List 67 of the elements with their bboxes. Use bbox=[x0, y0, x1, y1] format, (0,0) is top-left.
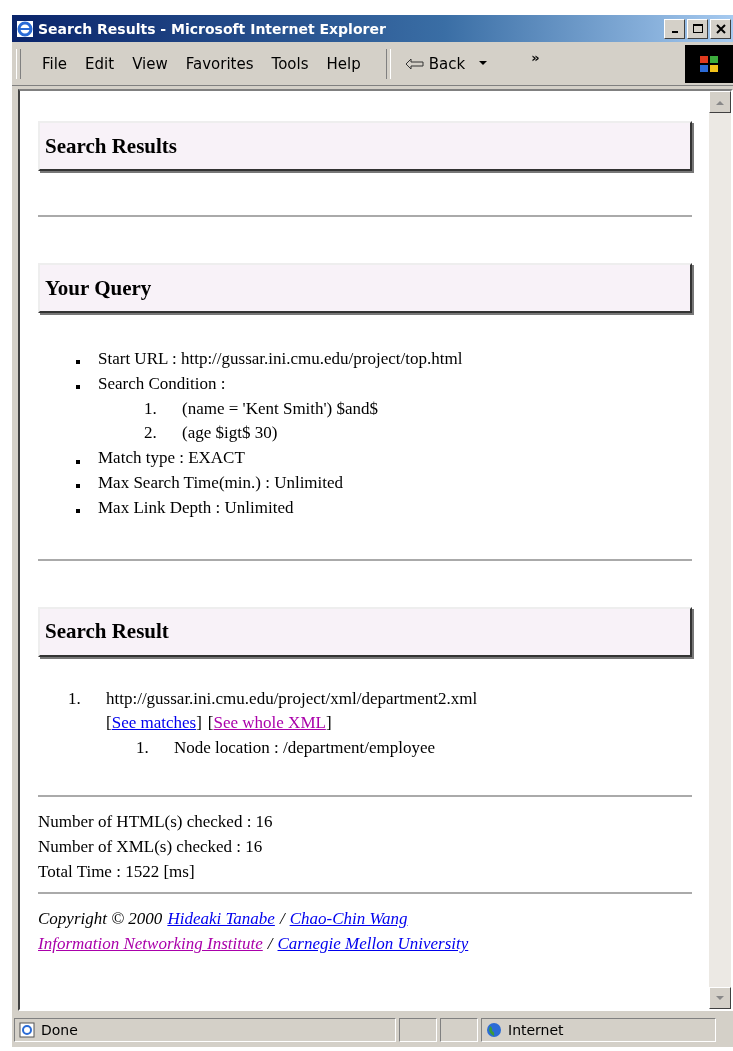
list-number: 1. bbox=[144, 397, 158, 420]
bullet-icon bbox=[76, 484, 80, 489]
result-url: http://gussar.ini.cmu.edu/project/xml/department2.xml bbox=[106, 687, 478, 710]
bracket: [ bbox=[207, 713, 214, 733]
bullet-icon bbox=[76, 360, 80, 365]
scroll-up-button[interactable] bbox=[709, 91, 731, 113]
node-location: Node location : /department/employee bbox=[174, 737, 436, 760]
back-button[interactable]: Back bbox=[400, 54, 492, 73]
bullet-icon bbox=[76, 509, 80, 514]
down-arrow-icon bbox=[716, 995, 724, 1001]
menu-item[interactable]: Tools bbox=[262, 54, 318, 73]
scrollbar[interactable] bbox=[709, 91, 731, 1009]
list-number: 1. bbox=[136, 737, 150, 760]
browser-logo-icon bbox=[16, 19, 34, 38]
window-title: Search Results - Microsoft Internet Explorer bbox=[38, 20, 387, 37]
bullet-icon bbox=[76, 385, 80, 390]
list-number: 1. bbox=[68, 687, 82, 710]
query-item: Max Search Time(min.) : Unlimited bbox=[98, 472, 344, 494]
separator: / bbox=[267, 932, 273, 955]
menu-item[interactable]: View bbox=[123, 54, 177, 73]
up-arrow-icon bbox=[716, 99, 724, 105]
link[interactable]: See whole XML bbox=[213, 713, 326, 733]
link[interactable]: Chao-Chin Wang bbox=[289, 905, 408, 931]
query-item: Start URL : http://gussar.ini.cmu.edu/project/top.html bbox=[98, 348, 463, 370]
more-button[interactable]: » bbox=[531, 50, 540, 65]
copyright-text: Copyright © 2000 bbox=[38, 907, 163, 930]
section-heading: Your Query bbox=[38, 263, 692, 313]
close-icon bbox=[715, 23, 726, 34]
windows-flag-icon bbox=[698, 53, 720, 74]
stat-line: Number of XML(s) checked : 16 bbox=[38, 835, 264, 858]
globe-icon bbox=[486, 1022, 502, 1038]
bracket: [ bbox=[106, 713, 112, 733]
page-icon bbox=[19, 1022, 35, 1038]
bullet-icon bbox=[76, 459, 80, 464]
maximize-icon bbox=[692, 23, 703, 34]
query-item: Max Link Depth : Unlimited bbox=[98, 496, 294, 519]
menu-item[interactable]: File bbox=[33, 54, 77, 73]
section-heading: Search Results bbox=[38, 121, 692, 171]
minimize-button[interactable] bbox=[664, 18, 685, 39]
query-item: Search Condition : bbox=[98, 372, 226, 395]
section-heading: Search Result bbox=[38, 606, 692, 657]
condition-item: (age $igt$ 30) bbox=[182, 422, 278, 445]
maximize-button[interactable] bbox=[687, 18, 708, 39]
list-number: 2. bbox=[144, 422, 158, 445]
menu-item[interactable]: Edit bbox=[76, 54, 124, 73]
query-item: Match type : EXACT bbox=[98, 447, 245, 470]
zone-text: Internet bbox=[508, 1022, 564, 1038]
back-arrow-icon bbox=[404, 57, 425, 70]
menu-item[interactable]: Favorites bbox=[176, 54, 263, 73]
bracket: ] bbox=[196, 713, 202, 733]
status-pane bbox=[399, 1018, 437, 1042]
caret-icon bbox=[479, 61, 488, 66]
link[interactable]: Hideaki Tanabe bbox=[167, 905, 275, 931]
stat-line: Number of HTML(s) checked : 16 bbox=[38, 810, 274, 833]
condition-item: (name = 'Kent Smith') $and$ bbox=[182, 397, 379, 420]
separator: / bbox=[279, 907, 285, 930]
link[interactable]: Carnegie Mellon University bbox=[277, 930, 469, 956]
status-pane bbox=[440, 1018, 478, 1042]
menu-item[interactable]: Help bbox=[317, 54, 370, 73]
bracket: ] bbox=[325, 713, 332, 733]
stat-line: Total Time : 1522 [ms] bbox=[38, 860, 196, 883]
link[interactable]: Information Networking Institute bbox=[38, 930, 263, 956]
status-text: Done bbox=[41, 1022, 78, 1038]
scroll-down-button[interactable] bbox=[709, 987, 731, 1009]
close-button[interactable] bbox=[710, 18, 731, 39]
minimize-icon bbox=[671, 31, 678, 33]
link[interactable]: See matches bbox=[111, 713, 197, 733]
